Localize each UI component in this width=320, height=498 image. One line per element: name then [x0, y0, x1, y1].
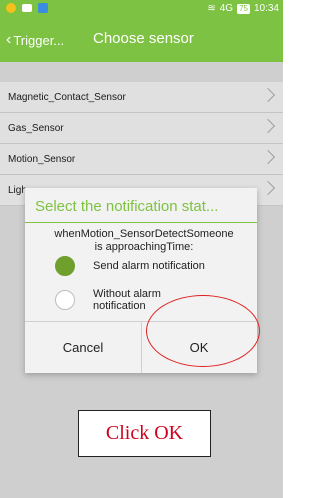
status-bar: ≋ 4G 75 10:34 — [0, 0, 283, 18]
radio-unselected[interactable] — [55, 290, 75, 310]
option-label: Send alarm notification — [93, 260, 205, 272]
chevron-left-icon: ‹ — [6, 31, 12, 48]
status-right: ≋ 4G 75 10:34 — [207, 3, 279, 14]
instruction-callout: Click OK — [78, 410, 211, 457]
message-icon — [22, 4, 32, 12]
dialog-title: Select the notification stat... — [35, 198, 219, 215]
back-label: Trigger... — [13, 32, 65, 48]
ie-icon — [38, 3, 48, 13]
dialog-message: whenMotion_SensorDetectSomeone is approa… — [54, 228, 234, 253]
clock: 10:34 — [253, 3, 279, 14]
battery-badge: 75 — [237, 3, 250, 14]
status-left-icons — [6, 3, 48, 13]
app-icon — [6, 3, 16, 13]
signal-text: 4G — [219, 3, 234, 14]
option-send-alarm[interactable]: Send alarm notification — [55, 256, 205, 276]
app-bar: ‹ Trigger... Choose sensor — [0, 18, 283, 62]
highlight-circle — [146, 295, 260, 367]
back-button[interactable]: ‹ Trigger... — [6, 31, 64, 49]
page-title: Choose sensor — [93, 30, 194, 47]
radio-selected[interactable] — [55, 256, 75, 276]
dialog-title-divider — [25, 222, 257, 223]
cancel-button[interactable]: Cancel — [25, 322, 141, 373]
wifi-icon: ≋ — [207, 3, 216, 14]
